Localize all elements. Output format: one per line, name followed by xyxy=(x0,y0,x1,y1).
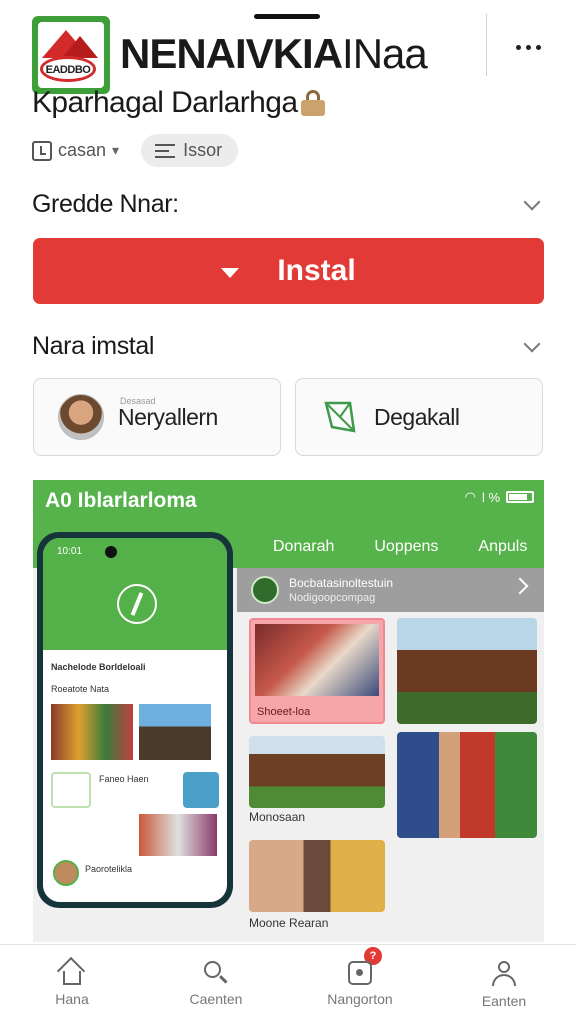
details-card[interactable]: Degakall xyxy=(295,378,543,456)
status-text: l % xyxy=(481,489,500,505)
phone-mockup: 10:01 Nachelode Borldeloali Roeatote Nat… xyxy=(37,532,233,908)
filter-icon xyxy=(155,142,176,160)
download-arrow-icon xyxy=(221,268,240,278)
status-notch xyxy=(254,14,320,19)
phone-row: Roeatote Nata xyxy=(51,684,110,694)
install-options-label: Nara imstal xyxy=(32,332,155,360)
chevron-right-icon xyxy=(511,577,529,595)
subheader-subtitle: Nodigoopcompag xyxy=(289,592,376,604)
more-dot-icon xyxy=(525,44,531,50)
nav-account[interactable]: Eanten xyxy=(432,945,576,1024)
wifi-icon: ◠ xyxy=(464,489,476,504)
camera-icon xyxy=(105,546,117,558)
time-chip-label: casan xyxy=(58,140,107,160)
install-label: Instal xyxy=(277,254,356,287)
photo-people xyxy=(397,732,537,838)
title-divider xyxy=(486,14,487,76)
nav-account-label: Eanten xyxy=(481,993,527,1009)
shield-icon xyxy=(324,401,356,433)
photo-caption: Shoeet-loa xyxy=(257,706,311,718)
tag-chip-label: Issor xyxy=(183,140,223,160)
more-dot-icon xyxy=(515,44,521,50)
chevron-down-icon xyxy=(523,193,541,210)
details-expander[interactable]: Gredde Nnar: xyxy=(32,190,544,219)
app-title: NENAIVKIAINaa xyxy=(120,30,428,78)
screenshot-tabs: Donarah Uoppens Anpuls xyxy=(273,538,527,556)
phone-photo xyxy=(139,704,211,760)
banner-title: A0 Iblarlarloma xyxy=(45,489,197,512)
more-options-button[interactable] xyxy=(508,32,548,62)
nav-home-label: Hana xyxy=(55,991,89,1007)
photo-house xyxy=(397,618,537,724)
photo-caption: Moone Rearan xyxy=(249,916,329,930)
nav-navigation[interactable]: ? Nangorton xyxy=(288,945,432,1024)
user-icon xyxy=(492,961,516,987)
search-icon xyxy=(204,961,228,985)
app-title-thin: INaa xyxy=(342,30,428,77)
time-chip[interactable]: casan ▾ xyxy=(32,140,119,161)
app-icon-label: EADDBO xyxy=(45,64,91,76)
developer-name[interactable]: Kparhagal Darlarhga xyxy=(32,86,327,120)
phone-thumb xyxy=(51,772,91,808)
photo-house xyxy=(249,736,385,808)
details-card-label: Degakall xyxy=(374,403,460,430)
chevron-down-icon: ▾ xyxy=(112,142,120,158)
developer-card[interactable]: Desasad Neryallern xyxy=(33,378,281,456)
phone-row: Paorotelikla xyxy=(85,864,133,874)
avatar xyxy=(58,394,104,440)
leaf-icon xyxy=(117,584,157,624)
battery-icon xyxy=(506,491,534,503)
bottom-navigation: Hana Caenten ? Nangorton Eanten xyxy=(0,944,576,1024)
phone-time: 10:01 xyxy=(57,546,83,557)
nav-search-label: Caenten xyxy=(189,991,243,1007)
nav-navigation-label: Nangorton xyxy=(327,991,393,1007)
clock-icon xyxy=(32,140,52,161)
avatar xyxy=(53,860,79,886)
screenshot-tab: Anpuls xyxy=(478,538,528,555)
nav-home[interactable]: Hana xyxy=(0,945,144,1024)
details-label: Gredde Nnar: xyxy=(32,190,179,218)
screenshot-carousel[interactable]: A0 Iblarlarloma ◠ l % Donarah Uoppens An… xyxy=(33,480,544,942)
screenshot-subheader: Bocbatasinoltestuin Nodigoopcompag xyxy=(237,568,544,612)
screenshot-tab: Uoppens xyxy=(374,538,439,555)
app-title-bold: NENAIVKIA xyxy=(120,30,343,77)
photo-card: Shoeet-loa xyxy=(249,618,385,724)
phone-thumb xyxy=(183,772,219,808)
photo-caption: Monosaan xyxy=(249,810,306,824)
phone-photo xyxy=(139,814,217,856)
more-dot-icon xyxy=(535,44,541,50)
subheader-title: Bocbatasinoltestuin xyxy=(289,576,394,590)
tag-chip[interactable]: Issor xyxy=(141,134,239,167)
nav-search[interactable]: Caenten xyxy=(144,945,288,1024)
phone-row: Nachelode Borldeloali xyxy=(51,662,146,672)
install-button[interactable]: Instal xyxy=(33,238,544,304)
developer-card-caption: Desasad xyxy=(120,395,156,406)
status-bar: ◠ l % xyxy=(465,489,534,505)
install-options-expander[interactable]: Nara imstal xyxy=(32,332,544,361)
home-icon xyxy=(56,956,86,986)
developer-label: Kparhagal Darlarhga xyxy=(32,86,298,119)
screenshot-tab: Donarah xyxy=(273,538,335,555)
photo-people xyxy=(249,840,385,912)
group-avatar xyxy=(251,576,279,604)
meta-row: casan ▾ Issor xyxy=(32,134,239,167)
developer-card-label: Neryallern xyxy=(118,403,218,430)
phone-row: Faneo Haen xyxy=(99,774,149,784)
app-icon: EADDBO xyxy=(32,16,110,94)
phone-photo xyxy=(51,704,133,760)
navigation-icon xyxy=(348,961,372,985)
lock-icon xyxy=(299,90,327,116)
chevron-down-icon xyxy=(523,335,541,352)
